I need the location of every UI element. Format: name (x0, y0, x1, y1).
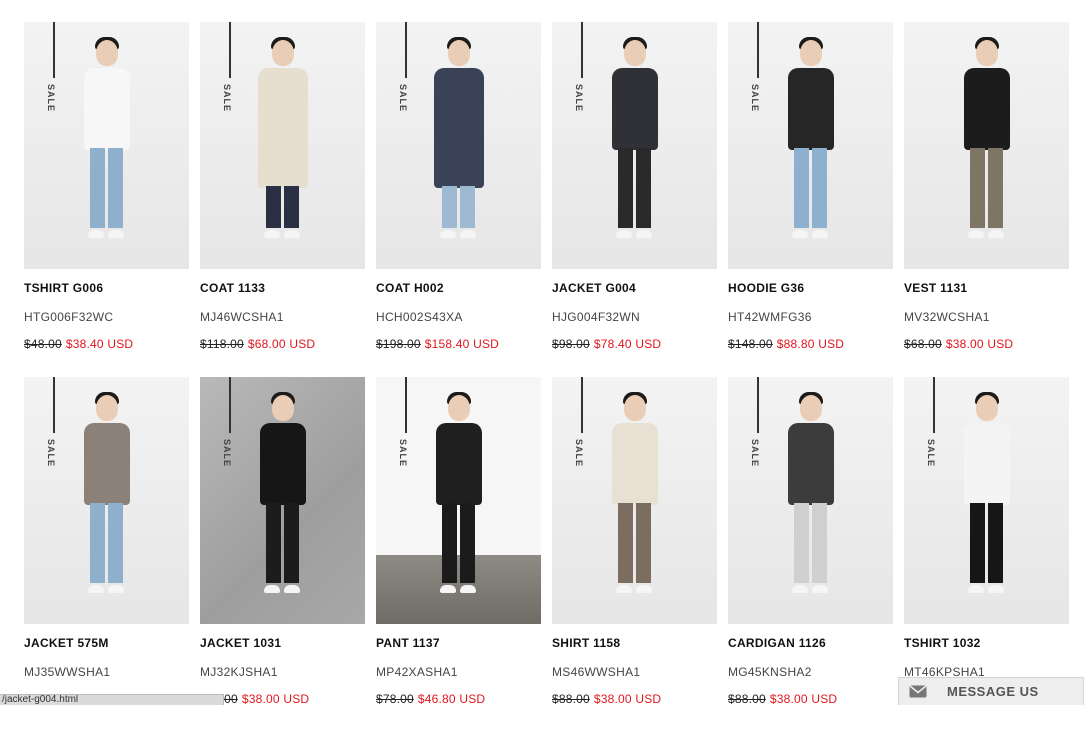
product-name[interactable]: JACKET G004 (552, 281, 717, 295)
model-figure (200, 22, 365, 269)
product-image[interactable]: SALE (376, 377, 541, 624)
message-us-label: MESSAGE US (947, 684, 1039, 699)
sale-price: $68.00 USD (248, 337, 315, 351)
sale-price: $38.00 USD (770, 692, 837, 706)
product-sku: MJ46WCSHA1 (200, 310, 365, 324)
original-price: $48.00 (24, 337, 62, 351)
sale-price: $46.80 USD (418, 692, 485, 706)
product-name[interactable]: HOODIE G36 (728, 281, 893, 295)
product-price: $198.00 $158.40 USD (376, 337, 541, 351)
model-figure (904, 22, 1069, 269)
product-name[interactable]: COAT H002 (376, 281, 541, 295)
sale-price: $38.00 USD (242, 692, 309, 706)
sale-price: $78.40 USD (594, 337, 661, 351)
model-figure (376, 22, 541, 269)
product-sku: HTG006F32WC (24, 310, 189, 324)
product-card[interactable]: SALE COAT 1133 MJ46WCSHA1 $118.00 $68.00 USD (200, 22, 365, 377)
product-name[interactable]: CARDIGAN 1126 (728, 636, 893, 650)
product-image[interactable]: SALE (728, 377, 893, 624)
product-price: $88.00 $38.00 USD (728, 692, 893, 706)
sale-price: $38.40 USD (66, 337, 133, 351)
product-name[interactable]: JACKET 1031 (200, 636, 365, 650)
link-status-bar: /jacket-g004.html (0, 694, 224, 705)
product-image[interactable]: SALE (904, 377, 1069, 624)
product-card[interactable]: SALE CARDIGAN 1126 MG45KNSHA2 $88.00 $38.00 … (728, 377, 893, 732)
message-us-button[interactable]: MESSAGE US (898, 677, 1084, 705)
sale-price: $88.80 USD (777, 337, 844, 351)
product-price: $148.00 $88.80 USD (728, 337, 893, 351)
product-image[interactable]: SALE (24, 377, 189, 624)
model-figure (904, 377, 1069, 624)
product-price: $88.00 $38.00 USD (552, 692, 717, 706)
product-sku: HJG004F32WN (552, 310, 717, 324)
product-price: $98.00 $78.40 USD (552, 337, 717, 351)
model-figure (376, 377, 541, 624)
product-name[interactable]: VEST 1131 (904, 281, 1069, 295)
model-figure (552, 377, 717, 624)
product-sku: MV32WCSHA1 (904, 310, 1069, 324)
product-sku: HCH002S43XA (376, 310, 541, 324)
sale-price: $38.00 USD (946, 337, 1013, 351)
product-card[interactable]: SALE JACKET 1031 MJ32KJSHA1 $68.00$38.00 US… (200, 377, 365, 732)
product-card[interactable]: SALE SHIRT 1158 MS46WWSHA1 $88.00 $38.00 USD (552, 377, 717, 732)
product-name[interactable]: TSHIRT 1032 (904, 636, 1069, 650)
model-figure (24, 377, 189, 624)
product-price: $118.00 $68.00 USD (200, 337, 365, 351)
product-image[interactable]: SALE (552, 377, 717, 624)
original-price: $98.00 (552, 337, 590, 351)
product-card[interactable]: SALE JACKET G004 HJG004F32WN $98.00 $78.40 U… (552, 22, 717, 377)
original-price: $88.00 (552, 692, 590, 706)
model-figure (728, 22, 893, 269)
product-card[interactable]: SALE HOODIE G36 HT42WMFG36 $148.00 $88.80 US… (728, 22, 893, 377)
product-sku: MJ32KJSHA1 (200, 665, 365, 679)
product-price: $68.00 $38.00 USD (904, 337, 1069, 351)
product-image[interactable]: SALE (200, 377, 365, 624)
model-figure (200, 377, 365, 624)
original-price: $78.00 (376, 692, 414, 706)
product-name[interactable]: JACKET 575M (24, 636, 189, 650)
product-sku: MJ35WWSHA1 (24, 665, 189, 679)
product-name[interactable]: PANT 1137 (376, 636, 541, 650)
product-price: $78.00 $46.80 USD (376, 692, 541, 706)
original-price: $198.00 (376, 337, 421, 351)
model-figure (552, 22, 717, 269)
product-card[interactable]: SALE PANT 1137 MP42XASHA1 $78.00 $46.80 USD (376, 377, 541, 732)
original-price: $118.00 (200, 337, 244, 351)
envelope-icon (909, 685, 927, 698)
model-figure (24, 22, 189, 269)
product-name[interactable]: SHIRT 1158 (552, 636, 717, 650)
product-card[interactable]: SALE COAT H002 HCH002S43XA $198.00 $158.40 U… (376, 22, 541, 377)
product-price: $48.00 $38.40 USD (24, 337, 189, 351)
product-card[interactable]: SALE TSHIRT G006 HTG006F32WC $48.00 $38.40 U… (24, 22, 189, 377)
product-image[interactable] (904, 22, 1069, 269)
original-price: $68.00 (904, 337, 942, 351)
product-image[interactable]: SALE (24, 22, 189, 269)
product-name[interactable]: COAT 1133 (200, 281, 365, 295)
product-price: $68.00$38.00 USD (200, 692, 365, 706)
original-price: $88.00 (728, 692, 766, 706)
product-card[interactable]: SALEJACKET 575MMJ35WWSHA1$148.00$118.40 … (24, 377, 189, 732)
sale-price: $158.40 USD (425, 337, 499, 351)
product-image[interactable]: SALE (728, 22, 893, 269)
product-sku: HT42WMFG36 (728, 310, 893, 324)
product-image[interactable]: SALE (552, 22, 717, 269)
product-name[interactable]: TSHIRT G006 (24, 281, 189, 295)
model-figure (728, 377, 893, 624)
product-sku: MS46WWSHA1 (552, 665, 717, 679)
product-sku: MG45KNSHA2 (728, 665, 893, 679)
sale-price: $38.00 USD (594, 692, 661, 706)
product-sku: MP42XASHA1 (376, 665, 541, 679)
product-card[interactable]: VEST 1131 MV32WCSHA1 $68.00 $38.00 USD (904, 22, 1069, 377)
product-grid: SALE TSHIRT G006 HTG006F32WC $48.00 $38.40 U… (24, 22, 1069, 732)
product-image[interactable]: SALE (200, 22, 365, 269)
product-image[interactable]: SALE (376, 22, 541, 269)
original-price: $148.00 (728, 337, 773, 351)
